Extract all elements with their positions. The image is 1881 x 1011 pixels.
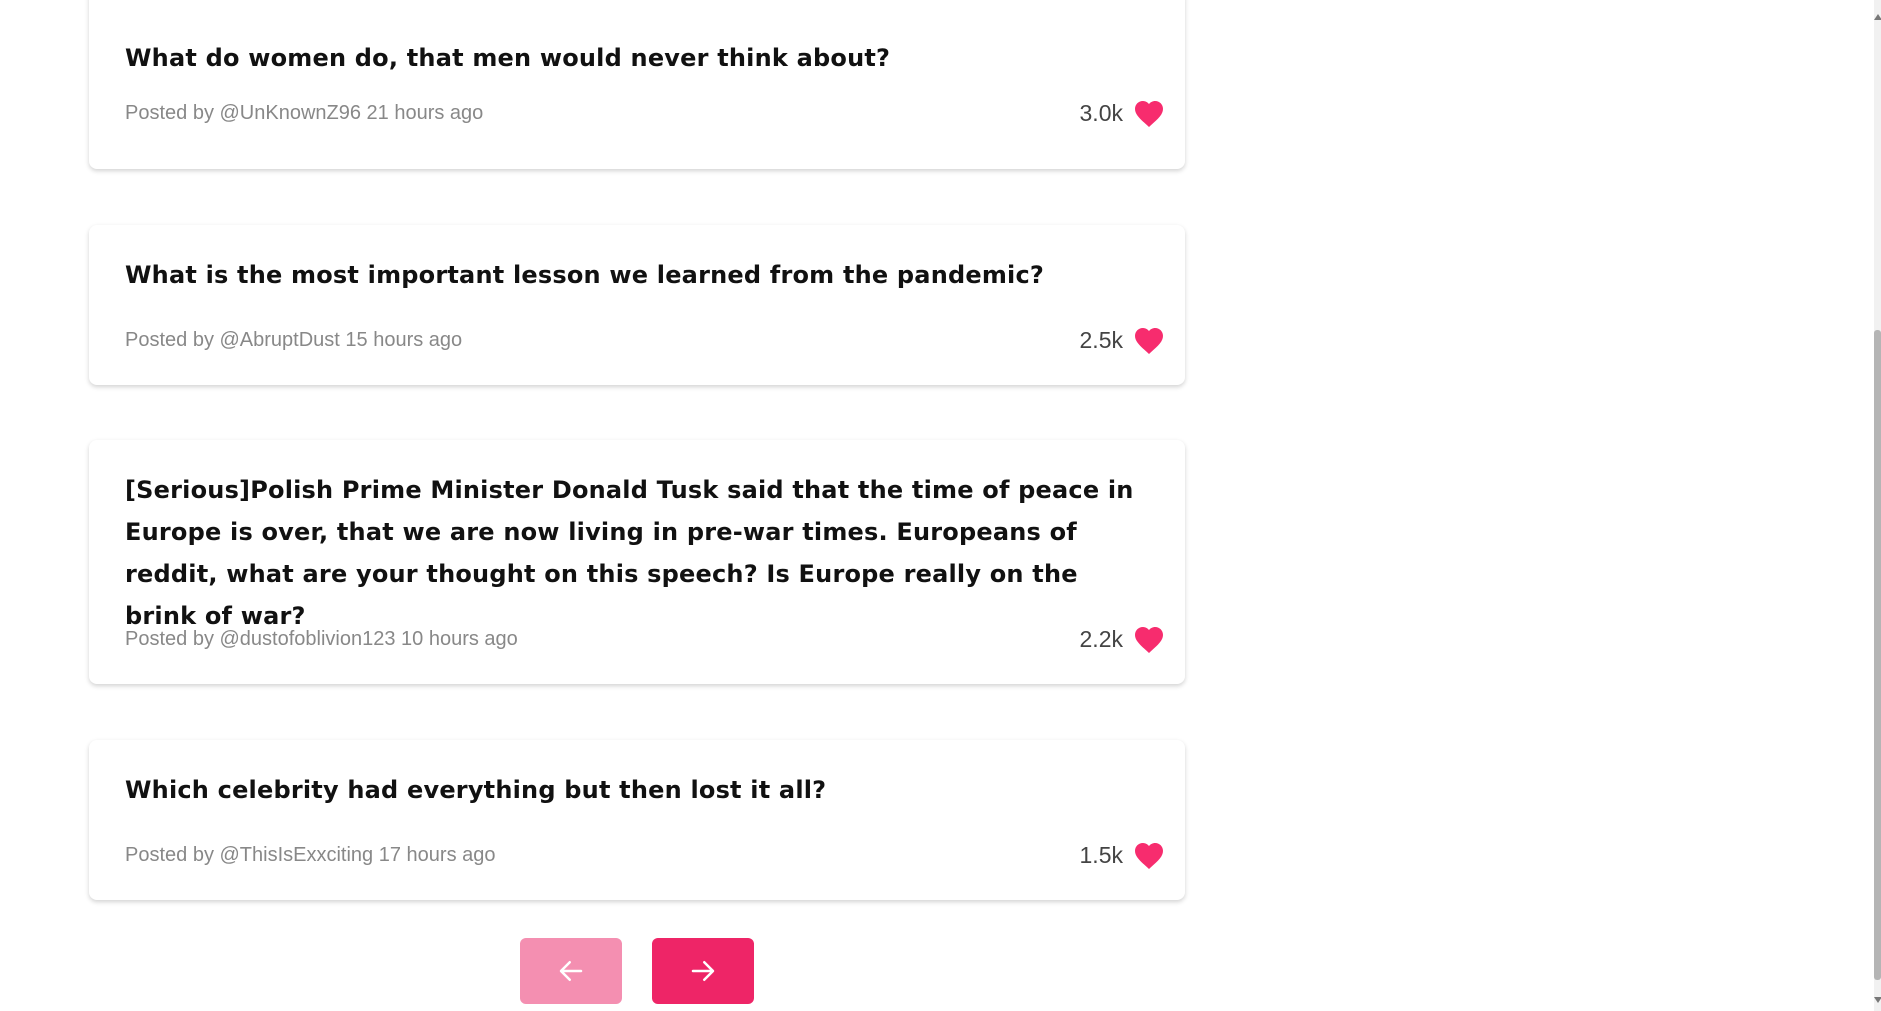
post-title[interactable]: [Serious]Polish Prime Minister Donald Tu…: [125, 469, 1149, 637]
post-card[interactable]: [Serious]Polish Prime Minister Donald Tu…: [89, 440, 1185, 684]
like-control[interactable]: 1.5k: [1080, 840, 1165, 870]
post-title[interactable]: What do women do, that men would never t…: [125, 37, 1149, 79]
like-control[interactable]: 3.0k: [1080, 98, 1165, 128]
post-title[interactable]: What is the most important lesson we lea…: [125, 254, 1149, 296]
post-card[interactable]: What do women do, that men would never t…: [89, 0, 1185, 169]
like-control[interactable]: 2.5k: [1080, 325, 1165, 355]
post-card[interactable]: What is the most important lesson we lea…: [89, 225, 1185, 385]
like-count: 3.0k: [1079, 99, 1123, 126]
previous-page-button[interactable]: [520, 938, 622, 1004]
scrollbar-thumb[interactable]: [1874, 330, 1881, 980]
heart-icon[interactable]: [1133, 840, 1165, 870]
heart-icon[interactable]: [1133, 325, 1165, 355]
pagination: [89, 938, 1185, 1004]
post-card[interactable]: Which celebrity had everything but then …: [89, 740, 1185, 900]
next-page-button[interactable]: [652, 938, 754, 1004]
like-control[interactable]: 2.2k: [1080, 624, 1165, 654]
like-count: 2.5k: [1079, 326, 1123, 353]
post-meta: Posted by @ThisIsExxciting 17 hours ago: [125, 844, 496, 866]
page: What do women do, that men would never t…: [0, 0, 1881, 1011]
like-count: 2.2k: [1079, 625, 1123, 652]
arrow-left-icon: [559, 961, 583, 981]
post-meta: Posted by @UnKnownZ96 21 hours ago: [125, 102, 484, 124]
scroll-down-icon[interactable]: [1874, 997, 1881, 1003]
scrollbar[interactable]: [1874, 0, 1881, 1011]
scroll-up-icon[interactable]: [1874, 14, 1881, 20]
arrow-right-icon: [691, 961, 715, 981]
heart-icon[interactable]: [1133, 624, 1165, 654]
post-meta: Posted by @dustofoblivion123 10 hours ag…: [125, 628, 518, 650]
heart-icon[interactable]: [1133, 98, 1165, 128]
post-title[interactable]: Which celebrity had everything but then …: [125, 769, 1149, 811]
like-count: 1.5k: [1079, 841, 1123, 868]
post-meta: Posted by @AbruptDust 15 hours ago: [125, 329, 463, 351]
